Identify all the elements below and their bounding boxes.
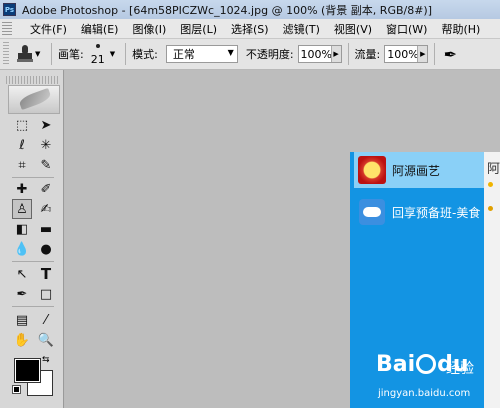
status-dot-icon [488,206,493,211]
zoom-tool-icon[interactable]: 🔍 [36,330,56,350]
eyedropper-tool-icon[interactable]: ⁄ [36,310,56,330]
clone-stamp-icon [17,45,33,63]
photoshop-logo-icon: Ps [3,3,16,16]
flow-slider-arrow-icon[interactable]: ▶ [417,46,428,62]
baidu-jingyan-watermark: Bai du 经验 jingyan.baidu.com [376,350,496,404]
chat-list-item[interactable]: 阿源画艺 [354,152,484,188]
menu-layer[interactable]: 图层(L) [180,21,217,37]
menu-edit[interactable]: 编辑(E) [81,21,119,37]
menu-window[interactable]: 窗口(W) [386,21,427,37]
brush-dropdown-icon[interactable]: ▼ [110,50,115,58]
title-bar: Ps Adobe Photoshop - [64m58PICZWc_1024.j… [0,0,500,19]
dodge-tool-icon[interactable]: ● [36,239,56,259]
toolbox-divider [12,306,54,307]
chevron-down-icon: ▼ [35,50,41,58]
gradient-tool-icon[interactable]: ▬ [36,219,56,239]
mode-select[interactable]: 正常 ▼ [165,45,238,63]
crop-tool-icon[interactable]: ⌗ [12,155,32,175]
healing-brush-tool-icon[interactable]: ✚ [12,179,32,199]
swap-colors-icon[interactable]: ⇆ [42,355,50,365]
pen-tool-icon[interactable]: ✒ [12,284,32,304]
options-grip-handle[interactable] [3,42,9,66]
opacity-slider-arrow-icon[interactable]: ▶ [330,46,341,62]
options-divider [434,43,436,65]
options-divider [125,43,127,65]
gamepad-icon [359,199,385,225]
flow-label: 流量: [354,48,381,61]
eraser-tool-icon[interactable]: ◧ [12,219,32,239]
chat-detail-title: 阿 [487,162,500,177]
shape-tool-icon[interactable]: □ [36,284,56,304]
history-brush-tool-icon[interactable]: ✍ [36,199,56,219]
opacity-label: 不透明度: [245,48,294,61]
opacity-value: 100% [300,47,332,61]
menu-help[interactable]: 帮助(H) [441,21,480,37]
marquee-tool-icon[interactable]: ⬚ [12,115,32,135]
brush-label: 画笔: [58,48,84,61]
chevron-down-icon: ▼ [227,48,234,57]
jingyan-label: 经验 [446,361,474,377]
type-tool-icon[interactable]: T [36,264,56,284]
hand-tool-icon[interactable]: ✋ [12,330,32,350]
move-tool-icon[interactable]: ➤ [36,115,56,135]
options-divider [51,43,52,65]
menu-select[interactable]: 选择(S) [231,21,269,37]
brush-tool-icon[interactable]: ✐ [36,179,56,199]
avatar-seal-icon [358,156,386,184]
mode-value: 正常 [172,48,195,61]
magic-wand-tool-icon[interactable]: ✳ [36,135,56,155]
notes-tool-icon[interactable]: ▤ [12,310,32,330]
options-bar: ▼ 画笔: 21 ▼ 模式: 正常 ▼ 不透明度: 100% ▶ 流量: 100… [0,39,500,70]
chat-item-name: 阿源画艺 [392,163,441,178]
paw-icon [416,354,437,374]
toolbox-divider [12,261,54,262]
flow-value: 100% [387,47,419,61]
brush-size-value: 21 [90,53,105,66]
default-colors-icon[interactable] [12,385,21,394]
menu-file[interactable]: 文件(F) [30,21,67,37]
tool-preset-picker[interactable]: ▼ [17,43,45,65]
lasso-tool-icon[interactable]: ℓ [12,135,32,155]
mode-label: 模式: [132,48,158,61]
menu-grip-handle[interactable] [2,21,12,36]
options-divider [347,43,349,65]
watermark-url: jingyan.baidu.com [378,388,471,399]
airbrush-icon[interactable]: ✒ [441,43,459,65]
menu-bar: 文件(F) 编辑(E) 图像(I) 图层(L) 选择(S) 滤镜(T) 视图(V… [0,19,500,39]
slice-tool-icon[interactable]: ✎ [36,155,56,175]
menu-image[interactable]: 图像(I) [132,21,166,37]
chat-item-name: 回享预备班-美食 [392,205,481,220]
window-title: Adobe Photoshop - [64m58PICZWc_1024.jpg … [22,4,433,17]
clone-stamp-tool-icon[interactable]: ♙ [12,199,32,219]
menu-view[interactable]: 视图(V) [334,21,372,37]
opacity-field[interactable]: 100% ▶ [297,45,342,63]
brush-tip-icon [95,44,100,48]
flow-field[interactable]: 100% ▶ [384,45,429,63]
brush-picker[interactable]: 21 [88,41,108,67]
adobe-online-button[interactable] [8,85,60,114]
chat-list-item[interactable]: 回享预备班-美食 [354,194,484,230]
menu-filter[interactable]: 滤镜(T) [283,21,320,37]
blur-tool-icon[interactable]: 💧 [12,239,32,259]
star-icon [488,182,493,187]
toolbox-grip-handle[interactable] [6,76,58,84]
feather-icon [17,87,53,111]
foreground-color-swatch[interactable] [14,358,41,383]
path-selection-tool-icon[interactable]: ↖ [12,264,32,284]
toolbox: ⬚ ➤ ℓ ✳ ⌗ ✎ ✚ ✐ ♙ ✍ ◧ ▬ 💧 ● ↖ T ✒ □ ▤ ⁄ … [0,70,64,408]
toolbox-divider [12,177,54,178]
